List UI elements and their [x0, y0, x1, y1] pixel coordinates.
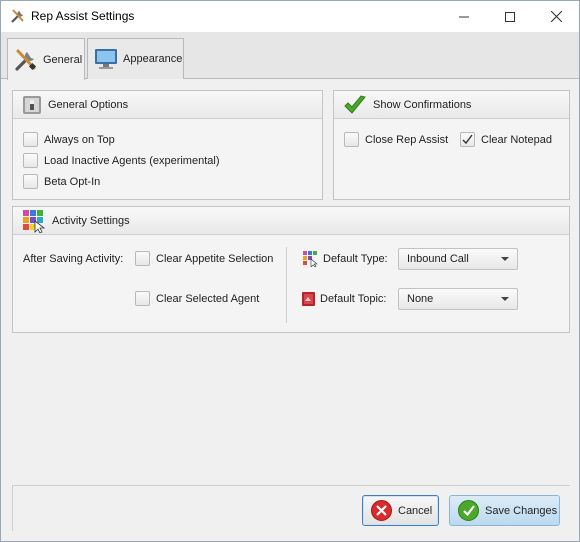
cancel-button-label: Cancel [398, 504, 433, 517]
switch-icon [23, 95, 41, 114]
save-check-icon [458, 500, 479, 521]
monitor-icon [95, 49, 117, 69]
save-changes-button[interactable]: Save Changes [449, 495, 560, 526]
vertical-divider [286, 247, 287, 323]
clear-selected-agent-checkbox[interactable] [135, 291, 150, 306]
activity-grid-icon [23, 209, 46, 233]
beta-opt-in-label: Beta Opt-In [44, 175, 101, 188]
activity-settings-header: Activity Settings [13, 207, 569, 235]
general-options-title: General Options [48, 98, 129, 111]
checkmark-icon [344, 94, 366, 114]
default-topic-value: None [407, 293, 434, 305]
window-title: Rep Assist Settings [31, 9, 135, 23]
clear-notepad-option[interactable]: Clear Notepad [460, 132, 552, 147]
tab-general[interactable]: General [7, 38, 85, 80]
default-type-value: Inbound Call [407, 253, 469, 265]
show-confirmations-panel: Show Confirmations Close Rep Assist Clea… [333, 90, 570, 200]
general-options-header: General Options [13, 91, 322, 119]
activity-type-icon [303, 251, 318, 267]
tools-icon [11, 9, 24, 23]
tab-appearance[interactable]: Appearance [87, 38, 184, 79]
close-rep-assist-option[interactable]: Close Rep Assist [344, 132, 448, 147]
close-icon [550, 11, 562, 22]
check-mark-icon [462, 134, 473, 145]
after-saving-activity-label: After Saving Activity: [23, 253, 124, 265]
always-on-top-label: Always on Top [44, 133, 115, 146]
chevron-down-icon [501, 257, 509, 261]
cancel-button[interactable]: Cancel [362, 495, 439, 526]
settings-window: Rep Assist Settings General Appearance G… [0, 0, 580, 542]
beta-opt-in-option[interactable]: Beta Opt-In [23, 174, 100, 189]
minimize-button[interactable] [441, 1, 487, 32]
clear-selected-agent-option[interactable]: Clear Selected Agent [135, 291, 259, 306]
clear-selected-agent-label: Clear Selected Agent [156, 292, 260, 305]
activity-settings-title: Activity Settings [52, 214, 130, 227]
default-topic-label: Default Topic: [320, 293, 387, 305]
load-inactive-agents-label: Load Inactive Agents (experimental) [44, 154, 220, 167]
title-bar: Rep Assist Settings [1, 1, 579, 32]
default-type-label: Default Type: [323, 253, 388, 265]
tab-strip: General Appearance [1, 32, 579, 80]
always-on-top-option[interactable]: Always on Top [23, 132, 115, 147]
topic-book-icon [302, 292, 315, 306]
close-button[interactable] [533, 1, 579, 32]
tab-general-label: General [43, 53, 83, 66]
maximize-button[interactable] [487, 1, 533, 32]
show-confirmations-title: Show Confirmations [373, 98, 472, 111]
tab-appearance-label: Appearance [123, 53, 183, 65]
general-options-panel: General Options Always on Top Load Inact… [12, 90, 323, 200]
save-changes-button-label: Save Changes [485, 504, 558, 517]
beta-opt-in-checkbox[interactable] [23, 174, 38, 189]
default-type-dropdown[interactable]: Inbound Call [398, 248, 518, 270]
default-topic-dropdown[interactable]: None [398, 288, 518, 310]
minimize-icon [459, 16, 469, 17]
clear-appetite-selection-label: Clear Appetite Selection [156, 252, 274, 265]
tools-icon [15, 49, 37, 71]
show-confirmations-header: Show Confirmations [334, 91, 569, 119]
load-inactive-agents-checkbox[interactable] [23, 153, 38, 168]
always-on-top-checkbox[interactable] [23, 132, 38, 147]
clear-appetite-selection-option[interactable]: Clear Appetite Selection [135, 251, 273, 266]
load-inactive-agents-option[interactable]: Load Inactive Agents (experimental) [23, 153, 220, 168]
cancel-x-icon [371, 500, 392, 521]
maximize-icon [505, 11, 515, 22]
activity-settings-panel: Activity Settings After Saving Activity:… [12, 206, 570, 333]
clear-appetite-selection-checkbox[interactable] [135, 251, 150, 266]
chevron-down-icon [501, 297, 509, 301]
close-rep-assist-checkbox[interactable] [344, 132, 359, 147]
clear-notepad-label: Clear Notepad [481, 133, 552, 146]
close-rep-assist-label: Close Rep Assist [365, 133, 449, 146]
clear-notepad-checkbox[interactable] [460, 132, 475, 147]
